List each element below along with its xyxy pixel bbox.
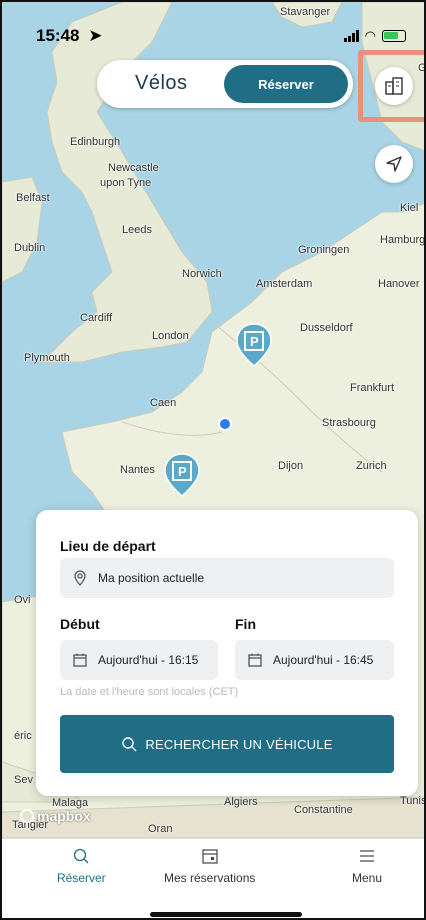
city-label: Amsterdam [256, 278, 313, 290]
city-label: Frankfurt [350, 382, 395, 394]
end-datetime-value: Aujourd'hui - 16:45 [273, 653, 374, 667]
city-label: Plymouth [24, 352, 70, 364]
departure-label: Lieu de départ [60, 538, 156, 554]
battery-icon [382, 30, 406, 42]
city-label: Dijon [278, 460, 304, 472]
current-location-dot [218, 417, 232, 431]
buildings-icon [385, 77, 403, 95]
city-label: Caen [150, 397, 177, 409]
calendar-icon [202, 849, 218, 864]
tab-mes-reservations[interactable]: Mes réservations [164, 847, 255, 885]
city-label: Zurich [356, 460, 387, 472]
navigation-arrow-icon [386, 156, 402, 172]
search-vehicle-button[interactable]: RECHERCHER UN VÉHICULE [60, 715, 394, 773]
city-label: éric [14, 730, 32, 742]
city-label: Ovi [14, 594, 31, 606]
end-datetime-field[interactable]: Aujourd'hui - 16:45 [235, 640, 394, 680]
tab-menu[interactable]: Menu [352, 847, 382, 885]
departure-field[interactable]: Ma position actuelle [60, 558, 394, 598]
city-label: Edinburgh [70, 136, 121, 148]
location-arrow-icon: ➤ [88, 26, 103, 45]
start-label: Début [60, 616, 100, 632]
city-label: Cardiff [80, 312, 113, 324]
city-label: Constantine [294, 804, 353, 816]
timezone-hint: La date et l'heure sont locales (CET) [60, 686, 239, 698]
city-label: Hanover [378, 278, 420, 290]
wifi-icon: ◠ [364, 28, 376, 43]
menu-icon [360, 850, 375, 862]
city-label: Tunis [400, 795, 426, 807]
city-label: Nantes [120, 464, 155, 476]
calendar-icon [72, 652, 88, 668]
search-card: Lieu de départ Ma position actuelle Débu… [36, 510, 418, 796]
home-indicator[interactable] [150, 912, 302, 917]
city-label: upon Tyne [100, 177, 152, 189]
city-label: Oran [148, 823, 173, 835]
parking-pin-label: P [178, 464, 187, 479]
app-screen: Stavanger Edinburgh Newcastle upon Tyne … [0, 0, 426, 920]
mapbox-logo: mapbox [20, 808, 91, 824]
city-label: London [152, 330, 189, 342]
calendar-icon [247, 652, 263, 668]
city-label: Dublin [14, 242, 46, 254]
city-label: Groningen [298, 244, 350, 256]
parking-pin[interactable]: P [235, 322, 273, 368]
city-label: Dusseldorf [300, 322, 353, 334]
start-datetime-value: Aujourd'hui - 16:15 [98, 653, 199, 667]
location-pin-icon [72, 570, 88, 586]
city-label: Strasbourg [322, 417, 376, 429]
city-label: Newcastle [108, 162, 159, 174]
end-label: Fin [235, 616, 256, 632]
city-label: Leeds [122, 224, 152, 236]
city-label: Algiers [224, 796, 258, 808]
mode-toggle[interactable]: Vélos Réserver [97, 60, 353, 108]
velos-label[interactable]: Vélos [135, 72, 188, 95]
search-icon [74, 848, 89, 864]
tab-label: Menu [352, 871, 383, 885]
start-datetime-field[interactable]: Aujourd'hui - 16:15 [60, 640, 218, 680]
city-label: Hamburg [380, 234, 426, 246]
signal-icon [343, 30, 359, 42]
city-label: Kiel [400, 202, 419, 214]
tab-bar: Réserver Mes réservations Menu [2, 838, 424, 918]
status-time: 15:48 ➤ [36, 26, 103, 45]
map-layers-button[interactable] [375, 67, 413, 105]
tab-label: Réserver [57, 871, 106, 885]
parking-pin[interactable]: P [163, 452, 201, 498]
tab-reserver[interactable]: Réserver [57, 847, 106, 885]
city-label: Norwich [182, 268, 222, 280]
departure-value: Ma position actuelle [98, 571, 205, 585]
status-icons: ◠ [343, 28, 406, 44]
search-vehicle-label: RECHERCHER UN VÉHICULE [145, 736, 333, 752]
locate-button[interactable] [375, 145, 413, 183]
search-icon [122, 737, 137, 752]
tab-label: Mes réservations [164, 871, 256, 885]
city-label: Belfast [16, 192, 50, 204]
reserve-button[interactable]: Réserver [224, 65, 348, 103]
city-label: Sev [14, 774, 33, 786]
parking-pin-label: P [250, 334, 259, 349]
